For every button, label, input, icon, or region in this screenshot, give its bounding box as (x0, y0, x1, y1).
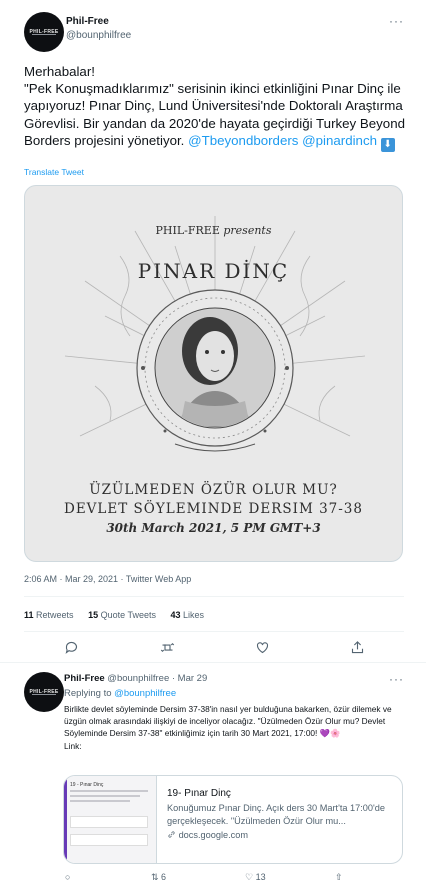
tweet-timestamp[interactable]: 2:06 AM · Mar 29, 2021 · Twitter Web App (24, 574, 191, 584)
replying-to-label: Replying to (64, 688, 112, 699)
reply-action-bar: ○ ⇅ 6 ♡ 13 ⇧ (63, 872, 403, 881)
mention-tbeyondborders[interactable]: @Tbeyondborders (188, 133, 298, 148)
avatar[interactable]: PHIL-FREE (24, 12, 64, 52)
reply-header: Phil-Free @bounphilfree · Mar 29 (64, 673, 404, 684)
reply-icon[interactable]: ○ (65, 872, 70, 881)
likes-stat[interactable]: 43 Likes (171, 610, 205, 620)
divider (0, 662, 426, 663)
avatar-logo-bar (32, 694, 56, 695)
poster-presents: presents (223, 224, 272, 237)
card-body: 19- Pınar Dinç Konuğumuz Pınar Dinç. Açı… (157, 776, 402, 863)
poster-speaker: PINAR DİNÇ (137, 259, 290, 283)
card-description: Konuğumuz Pınar Dinç. Açık ders 30 Mart'… (167, 803, 386, 826)
link-icon (168, 831, 175, 838)
tweet-greeting: Merhabalar! (24, 64, 95, 79)
user-handle[interactable]: @bounphilfree (66, 30, 131, 41)
thumb-line (70, 790, 148, 792)
reply-handle[interactable]: @bounphilfree (107, 673, 169, 684)
like-icon[interactable] (252, 637, 272, 657)
poster-presenter-name: PHIL-FREE (155, 224, 220, 237)
retweet-icon[interactable]: ⇅ 6 (151, 872, 166, 881)
thumb-title: 19 - Pınar Dinç (70, 782, 104, 788)
reply-avatar[interactable]: PHIL-FREE (24, 672, 64, 712)
thumb-bar (64, 776, 67, 863)
retweets-stat[interactable]: 11 Retweets (24, 610, 74, 620)
translate-tweet-link[interactable]: Translate Tweet (24, 167, 84, 177)
reply-link-label: Link: (64, 740, 82, 751)
reply-icon[interactable] (61, 637, 81, 657)
reply-body: Birlikte devlet söyleminde Dersim 37-38'… (64, 704, 392, 739)
share-icon[interactable] (347, 637, 367, 657)
reply-text: Birlikte devlet söyleminde Dersim 37-38'… (64, 703, 406, 752)
share-icon[interactable]: ⇧ (335, 872, 343, 881)
card-thumbnail: 19 - Pınar Dinç (64, 776, 157, 863)
more-icon[interactable]: ··· (389, 14, 404, 28)
quote-tweets-stat[interactable]: 15 Quote Tweets (88, 610, 156, 620)
poster-title-line1: ÜZÜLMEDEN ÖZÜR OLUR MU? (89, 482, 338, 498)
link-preview-card[interactable]: 19 - Pınar Dinç 19- Pınar Dinç Konuğumuz… (63, 775, 403, 864)
retweet-icon[interactable] (157, 637, 177, 657)
divider (24, 596, 404, 597)
card-domain-text: docs.google.com (178, 830, 249, 840)
thumb-field (70, 834, 148, 846)
poster-date: 30th March 2021, 5 PM GMT+3 (106, 521, 321, 535)
poster-title-line2: DEVLET SÖYLEMINDE DERSIM 37-38 (64, 501, 363, 517)
poster-presenter: PHIL-FREE presents (25, 224, 402, 237)
thumb-line (70, 795, 140, 797)
down-arrow-emoji: ⬇ (380, 137, 395, 152)
card-title: 19- Pınar Dinç (167, 788, 231, 799)
like-icon[interactable]: ♡ 13 (245, 872, 266, 881)
card-domain: docs.google.com (167, 830, 392, 840)
replying-to-handle[interactable]: @bounphilfree (114, 688, 176, 699)
more-icon[interactable]: ··· (389, 672, 404, 686)
divider (24, 631, 404, 632)
tweet-text: Merhabalar! "Pek Konuşmadıklarımız" seri… (24, 63, 406, 152)
tweet-media-image[interactable]: PHIL-FREE presents PINAR DİNÇ ÜZÜLMEDEN … (24, 185, 403, 562)
reply-date[interactable]: · Mar 29 (172, 673, 207, 684)
avatar-logo-bar (32, 34, 56, 35)
tweet-stats: 11 Retweets 15 Quote Tweets 43 Likes (24, 610, 404, 620)
replying-to: Replying to @bounphilfree (64, 688, 176, 699)
thumb-field (70, 816, 148, 828)
mention-pinardinch[interactable]: @pinardinch (302, 133, 377, 148)
thumb-line (70, 800, 130, 802)
reply-display-name[interactable]: Phil-Free (64, 673, 105, 684)
display-name[interactable]: Phil-Free (66, 16, 109, 27)
